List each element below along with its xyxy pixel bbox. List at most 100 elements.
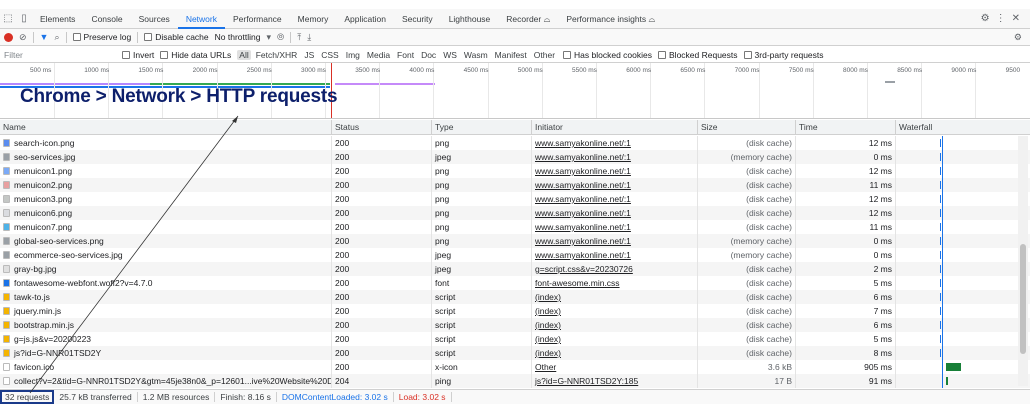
cell-initiator[interactable]: js?id=G-NNR01TSD2Y:185 — [532, 374, 698, 388]
blocked-cookies-checkbox[interactable]: Has blocked cookies — [563, 50, 652, 60]
checkbox-box[interactable] — [658, 50, 667, 59]
column-header-size[interactable]: Size — [698, 120, 796, 135]
table-row[interactable]: search-icon.png 200 png www.samyakonline.ne… — [0, 136, 1030, 150]
checkbox-box[interactable] — [144, 33, 153, 41]
filter-chip-ws[interactable]: WS — [441, 50, 459, 60]
column-header-time[interactable]: Time — [796, 120, 896, 135]
filter-chip-css[interactable]: CSS — [319, 50, 340, 60]
column-header-waterfall[interactable]: Waterfall — [896, 120, 1030, 135]
close-devtools-icon[interactable]: ✕ — [1012, 13, 1020, 24]
import-har-icon[interactable]: ⤒ — [297, 32, 301, 42]
file-type-icon — [3, 307, 10, 315]
device-toolbar-icon[interactable]: ▯ — [16, 11, 32, 27]
table-row[interactable]: menuicon7.png 200 png www.samyakonline.net/… — [0, 220, 1030, 234]
checkbox-box[interactable] — [743, 50, 752, 59]
tab-sources[interactable]: Sources — [131, 9, 178, 29]
cell-initiator[interactable]: www.samyakonline.net/:1 — [532, 206, 698, 220]
tab-performance[interactable]: Performance — [225, 9, 290, 29]
checkbox-box[interactable] — [563, 50, 572, 59]
checkbox-box[interactable] — [122, 50, 130, 59]
chevron-down-icon[interactable]: ▾ — [266, 32, 271, 42]
hide-data-urls-checkbox[interactable]: Hide data URLs — [160, 50, 231, 60]
table-row[interactable]: tawk-to.js 200 script (index) (disk cache) 6 … — [0, 290, 1030, 304]
disable-cache-checkbox[interactable]: Disable cache — [144, 32, 209, 42]
filter-chip-media[interactable]: Media — [365, 50, 392, 60]
network-conditions-icon[interactable]: ⦾ — [277, 32, 284, 42]
column-header-initiator[interactable]: Initiator — [532, 120, 698, 135]
table-row[interactable]: global-seo-services.png 200 png www.samyako… — [0, 234, 1030, 248]
column-header-name[interactable]: Name — [0, 120, 332, 135]
filter-icon[interactable]: ▼ — [40, 32, 49, 42]
cell-initiator[interactable]: g=script.css&v=20230726 — [532, 262, 698, 276]
table-row[interactable]: collect?v=2&tid=G-NNR01TSD2Y&gtm=45je38n… — [0, 374, 1030, 388]
cell-initiator[interactable]: www.samyakonline.net/:1 — [532, 192, 698, 206]
export-har-icon[interactable]: ⤓ — [307, 32, 311, 42]
filter-chip-manifest[interactable]: Manifest — [493, 50, 529, 60]
cell-initiator[interactable]: www.samyakonline.net/:1 — [532, 248, 698, 262]
table-row[interactable]: jquery.min.js 200 script (index) (disk cache… — [0, 304, 1030, 318]
cell-initiator[interactable]: www.samyakonline.net/:1 — [532, 234, 698, 248]
table-row[interactable]: menuicon1.png 200 png www.samyakonline.net/… — [0, 164, 1030, 178]
table-row[interactable]: g=js.js&v=20200223 200 script (index) (disk … — [0, 332, 1030, 346]
cell-initiator[interactable]: Other — [532, 360, 698, 374]
search-icon[interactable]: ⌕ — [54, 32, 59, 42]
table-row[interactable]: menuicon3.png 200 png www.samyakonline.net/… — [0, 192, 1030, 206]
invert-checkbox[interactable]: Invert — [122, 50, 154, 60]
filter-chip-other[interactable]: Other — [532, 50, 557, 60]
cell-initiator[interactable]: www.samyakonline.net/:1 — [532, 164, 698, 178]
table-row[interactable]: menuicon6.png 200 png www.samyakonline.net/… — [0, 206, 1030, 220]
cell-initiator[interactable]: font-awesome.min.css — [532, 276, 698, 290]
record-icon[interactable] — [4, 32, 13, 42]
table-scrollbar[interactable] — [1018, 136, 1028, 386]
filter-chip-all[interactable]: All — [237, 49, 251, 60]
tab-memory[interactable]: Memory — [290, 9, 337, 29]
filter-chip-font[interactable]: Font — [395, 50, 416, 60]
column-header-type[interactable]: Type — [432, 120, 532, 135]
table-row[interactable]: seo-services.jpg 200 jpeg www.samyakonline.… — [0, 150, 1030, 164]
tab-elements[interactable]: Elements — [32, 9, 83, 29]
table-row[interactable]: fontawesome-webfont.woff2?v=4.7.0 200 font… — [0, 276, 1030, 290]
tab-console[interactable]: Console — [83, 9, 130, 29]
cell-initiator[interactable]: (index) — [532, 290, 698, 304]
tab-application[interactable]: Application — [336, 9, 394, 29]
checkbox-box[interactable] — [72, 33, 81, 41]
table-row[interactable]: menuicon2.png 200 png www.samyakonline.net/… — [0, 178, 1030, 192]
cell-initiator[interactable]: (index) — [532, 346, 698, 360]
table-row[interactable]: ecommerce-seo-services.jpg 200 jpeg www.sam… — [0, 248, 1030, 262]
request-name: bootstrap.min.js — [14, 320, 74, 330]
tab-lighthouse[interactable]: Lighthouse — [441, 9, 499, 29]
cell-initiator[interactable]: (index) — [532, 318, 698, 332]
tab-recorder[interactable]: Recorder ⌓ — [498, 9, 558, 29]
clear-icon[interactable]: ⊘ — [19, 32, 27, 42]
filter-chip-js[interactable]: JS — [302, 50, 316, 60]
cell-initiator[interactable]: (index) — [532, 332, 698, 346]
filter-chip-fetch-xhr[interactable]: Fetch/XHR — [254, 50, 300, 60]
filter-input[interactable]: Filter — [4, 50, 116, 60]
blocked-requests-checkbox[interactable]: Blocked Requests — [658, 50, 738, 60]
preserve-log-checkbox[interactable]: Preserve log — [72, 32, 131, 42]
tab-performance-insights[interactable]: Performance insights ⌓ — [558, 9, 663, 29]
checkbox-box[interactable] — [160, 50, 169, 59]
table-row[interactable]: favicon.ico 200 x-icon Other 3.6 kB 905 ms — [0, 360, 1030, 374]
third-party-checkbox[interactable]: 3rd-party requests — [743, 50, 824, 60]
scrollbar-thumb[interactable] — [1020, 244, 1026, 354]
cell-initiator[interactable]: www.samyakonline.net/:1 — [532, 136, 698, 150]
settings-gear-icon[interactable]: ⚙ — [981, 13, 990, 24]
table-row[interactable]: bootstrap.min.js 200 script (index) (disk ca… — [0, 318, 1030, 332]
cell-initiator[interactable]: (index) — [532, 304, 698, 318]
more-options-icon[interactable]: ⋮ — [996, 13, 1006, 24]
network-settings-gear-icon[interactable]: ⚙ — [1014, 32, 1030, 42]
cell-initiator[interactable]: www.samyakonline.net/:1 — [532, 220, 698, 234]
filter-chip-doc[interactable]: Doc — [419, 50, 438, 60]
cell-initiator[interactable]: www.samyakonline.net/:1 — [532, 150, 698, 164]
filter-chip-img[interactable]: Img — [344, 50, 362, 60]
tab-security[interactable]: Security — [394, 9, 441, 29]
table-row[interactable]: js?id=G-NNR01TSD2Y 200 script (index) (disk … — [0, 346, 1030, 360]
cell-initiator[interactable]: www.samyakonline.net/:1 — [532, 178, 698, 192]
tab-network[interactable]: Network — [177, 9, 225, 29]
table-row[interactable]: gray-bg.jpg 200 jpeg g=script.css&v=2023072… — [0, 262, 1030, 276]
column-header-status[interactable]: Status — [332, 120, 432, 135]
throttling-select[interactable]: No throttling — [215, 32, 261, 42]
inspect-element-icon[interactable]: ⬚ — [0, 11, 16, 27]
filter-chip-wasm[interactable]: Wasm — [462, 50, 490, 60]
